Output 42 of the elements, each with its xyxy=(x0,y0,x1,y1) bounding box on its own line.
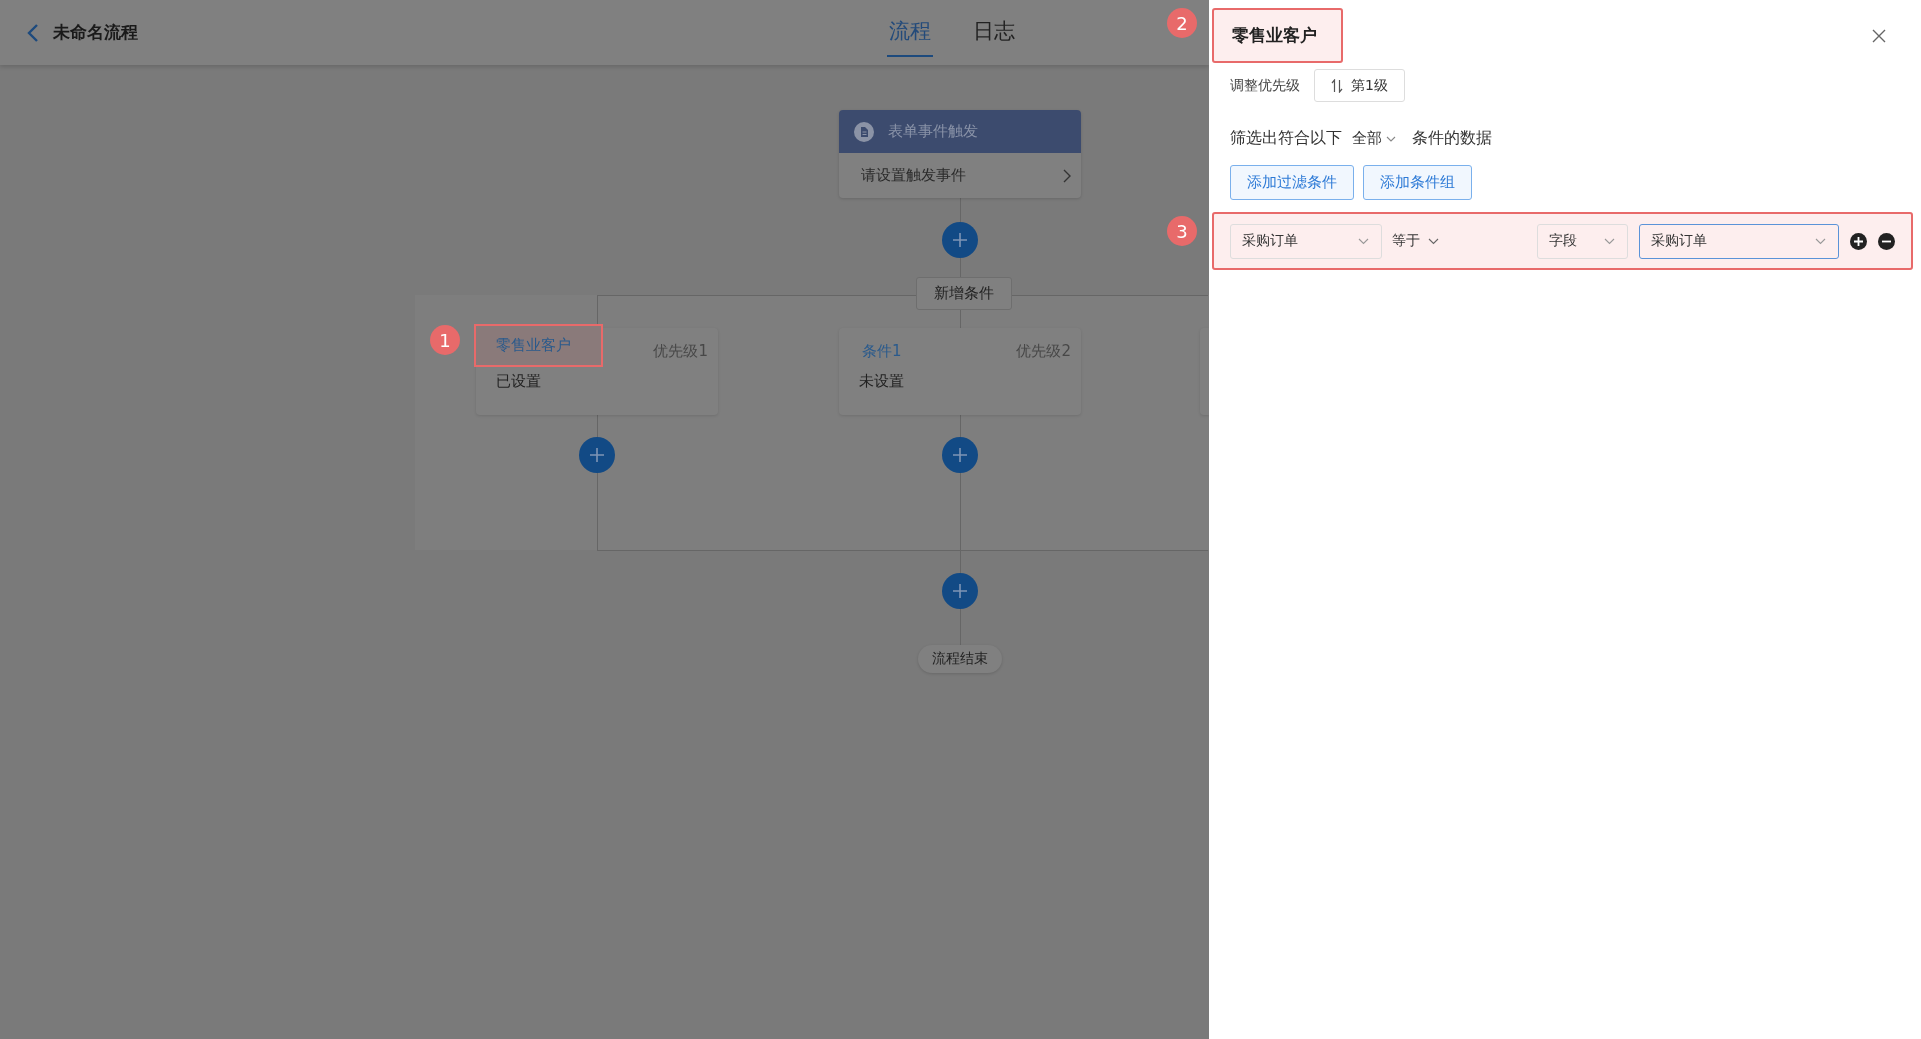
trigger-title: 表单事件触发 xyxy=(888,122,978,141)
add-filter-button[interactable]: 添加过滤条件 xyxy=(1230,165,1354,200)
back-icon[interactable] xyxy=(27,22,39,43)
flow-title: 未命名流程 xyxy=(53,21,138,44)
trigger-action: 请设置触发事件 xyxy=(861,166,966,185)
add-node-button[interactable] xyxy=(942,222,978,258)
plus-icon xyxy=(952,232,968,248)
add-condition-button[interactable]: 新增条件 xyxy=(916,277,1012,310)
close-icon[interactable] xyxy=(1872,28,1886,43)
match-dropdown[interactable]: 全部 xyxy=(1352,129,1402,148)
filter-text: 筛选出符合以下 xyxy=(1230,128,1342,149)
panel-title[interactable]: 零售业客户 xyxy=(1212,8,1343,63)
caret-icon xyxy=(1358,237,1369,245)
plus-icon xyxy=(589,447,605,463)
caret-icon xyxy=(1815,237,1826,245)
add-node-button[interactable] xyxy=(942,573,978,609)
filter-text: 条件的数据 xyxy=(1412,128,1492,149)
caret-icon xyxy=(1428,237,1439,245)
caret-icon xyxy=(1386,135,1396,142)
add-filter-button[interactable]: 添加条件组 xyxy=(1363,165,1472,200)
priority-label: 调整优先级 xyxy=(1230,76,1300,95)
caret-icon xyxy=(1604,237,1615,245)
plus-icon xyxy=(952,583,968,599)
flow-end-node: 流程结束 xyxy=(918,645,1002,673)
condition-name: 条件1 xyxy=(861,341,903,361)
trigger-node[interactable]: 表单事件触发 请设置触发事件 xyxy=(839,110,1081,198)
value-type-select[interactable]: 字段 xyxy=(1537,223,1628,259)
condition-status: 已设置 xyxy=(496,372,541,391)
document-icon xyxy=(854,121,874,142)
priority-button[interactable]: 第1级 xyxy=(1314,69,1405,102)
field-select[interactable]: 采购订单 xyxy=(1230,223,1382,259)
remove-circle-icon[interactable] xyxy=(1878,232,1895,250)
operator-dropdown[interactable]: 等于 xyxy=(1392,232,1537,250)
condition-status: 未设置 xyxy=(859,372,904,391)
tab[interactable]: 日志 xyxy=(971,8,1017,57)
condition-name: 零售业客户 xyxy=(476,325,601,365)
sort-icon xyxy=(1331,78,1343,93)
chevron-right-icon xyxy=(1063,168,1071,183)
add-circle-icon[interactable] xyxy=(1850,232,1867,250)
tab[interactable]: 流程 xyxy=(887,8,933,57)
plus-icon xyxy=(952,447,968,463)
value-select[interactable]: 采购订单 xyxy=(1639,223,1839,259)
